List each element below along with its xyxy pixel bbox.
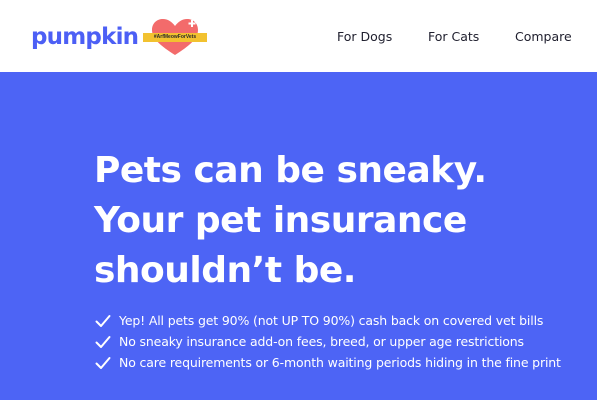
benefits-list: Yep! All pets get 90% (not UP TO 90%) ca… <box>95 310 597 373</box>
nav-link-for-dogs[interactable]: For Dogs <box>337 28 392 46</box>
benefit-text: No sneaky insurance add-on fees, breed, … <box>119 334 524 349</box>
benefit-text: No care requirements or 6-month waiting … <box>119 355 561 370</box>
hero-section: Pets can be sneaky. Your pet insurance s… <box>0 72 597 400</box>
benefit-text: Yep! All pets get 90% (not UP TO 90%) ca… <box>119 313 544 328</box>
checkmark-icon <box>95 335 111 348</box>
benefit-item: No sneaky insurance add-on fees, breed, … <box>95 331 597 352</box>
nav-link-compare[interactable]: Compare <box>515 28 572 46</box>
checkmark-icon <box>95 314 111 327</box>
benefit-item: Yep! All pets get 90% (not UP TO 90%) ca… <box>95 310 597 331</box>
hero-headline: Pets can be sneaky. Your pet insurance s… <box>94 146 594 296</box>
headline-line-1: Pets can be sneaky. <box>94 150 487 191</box>
pumpkin-logo[interactable]: pumpkin <box>31 22 139 52</box>
top-navbar: pumpkin #ArfMeowForVets For Dogs For Cat… <box>0 0 597 72</box>
nav-link-for-cats[interactable]: For Cats <box>428 28 479 46</box>
badge-hashtag-label: #ArfMeowForVets <box>143 33 207 42</box>
benefit-item: No care requirements or 6-month waiting … <box>95 352 597 373</box>
arf-meow-for-vets-badge[interactable]: #ArfMeowForVets <box>143 17 207 57</box>
headline-line-2: Your pet insurance <box>94 200 467 241</box>
headline-line-3: shouldn’t be. <box>94 250 356 291</box>
checkmark-icon <box>95 356 111 369</box>
